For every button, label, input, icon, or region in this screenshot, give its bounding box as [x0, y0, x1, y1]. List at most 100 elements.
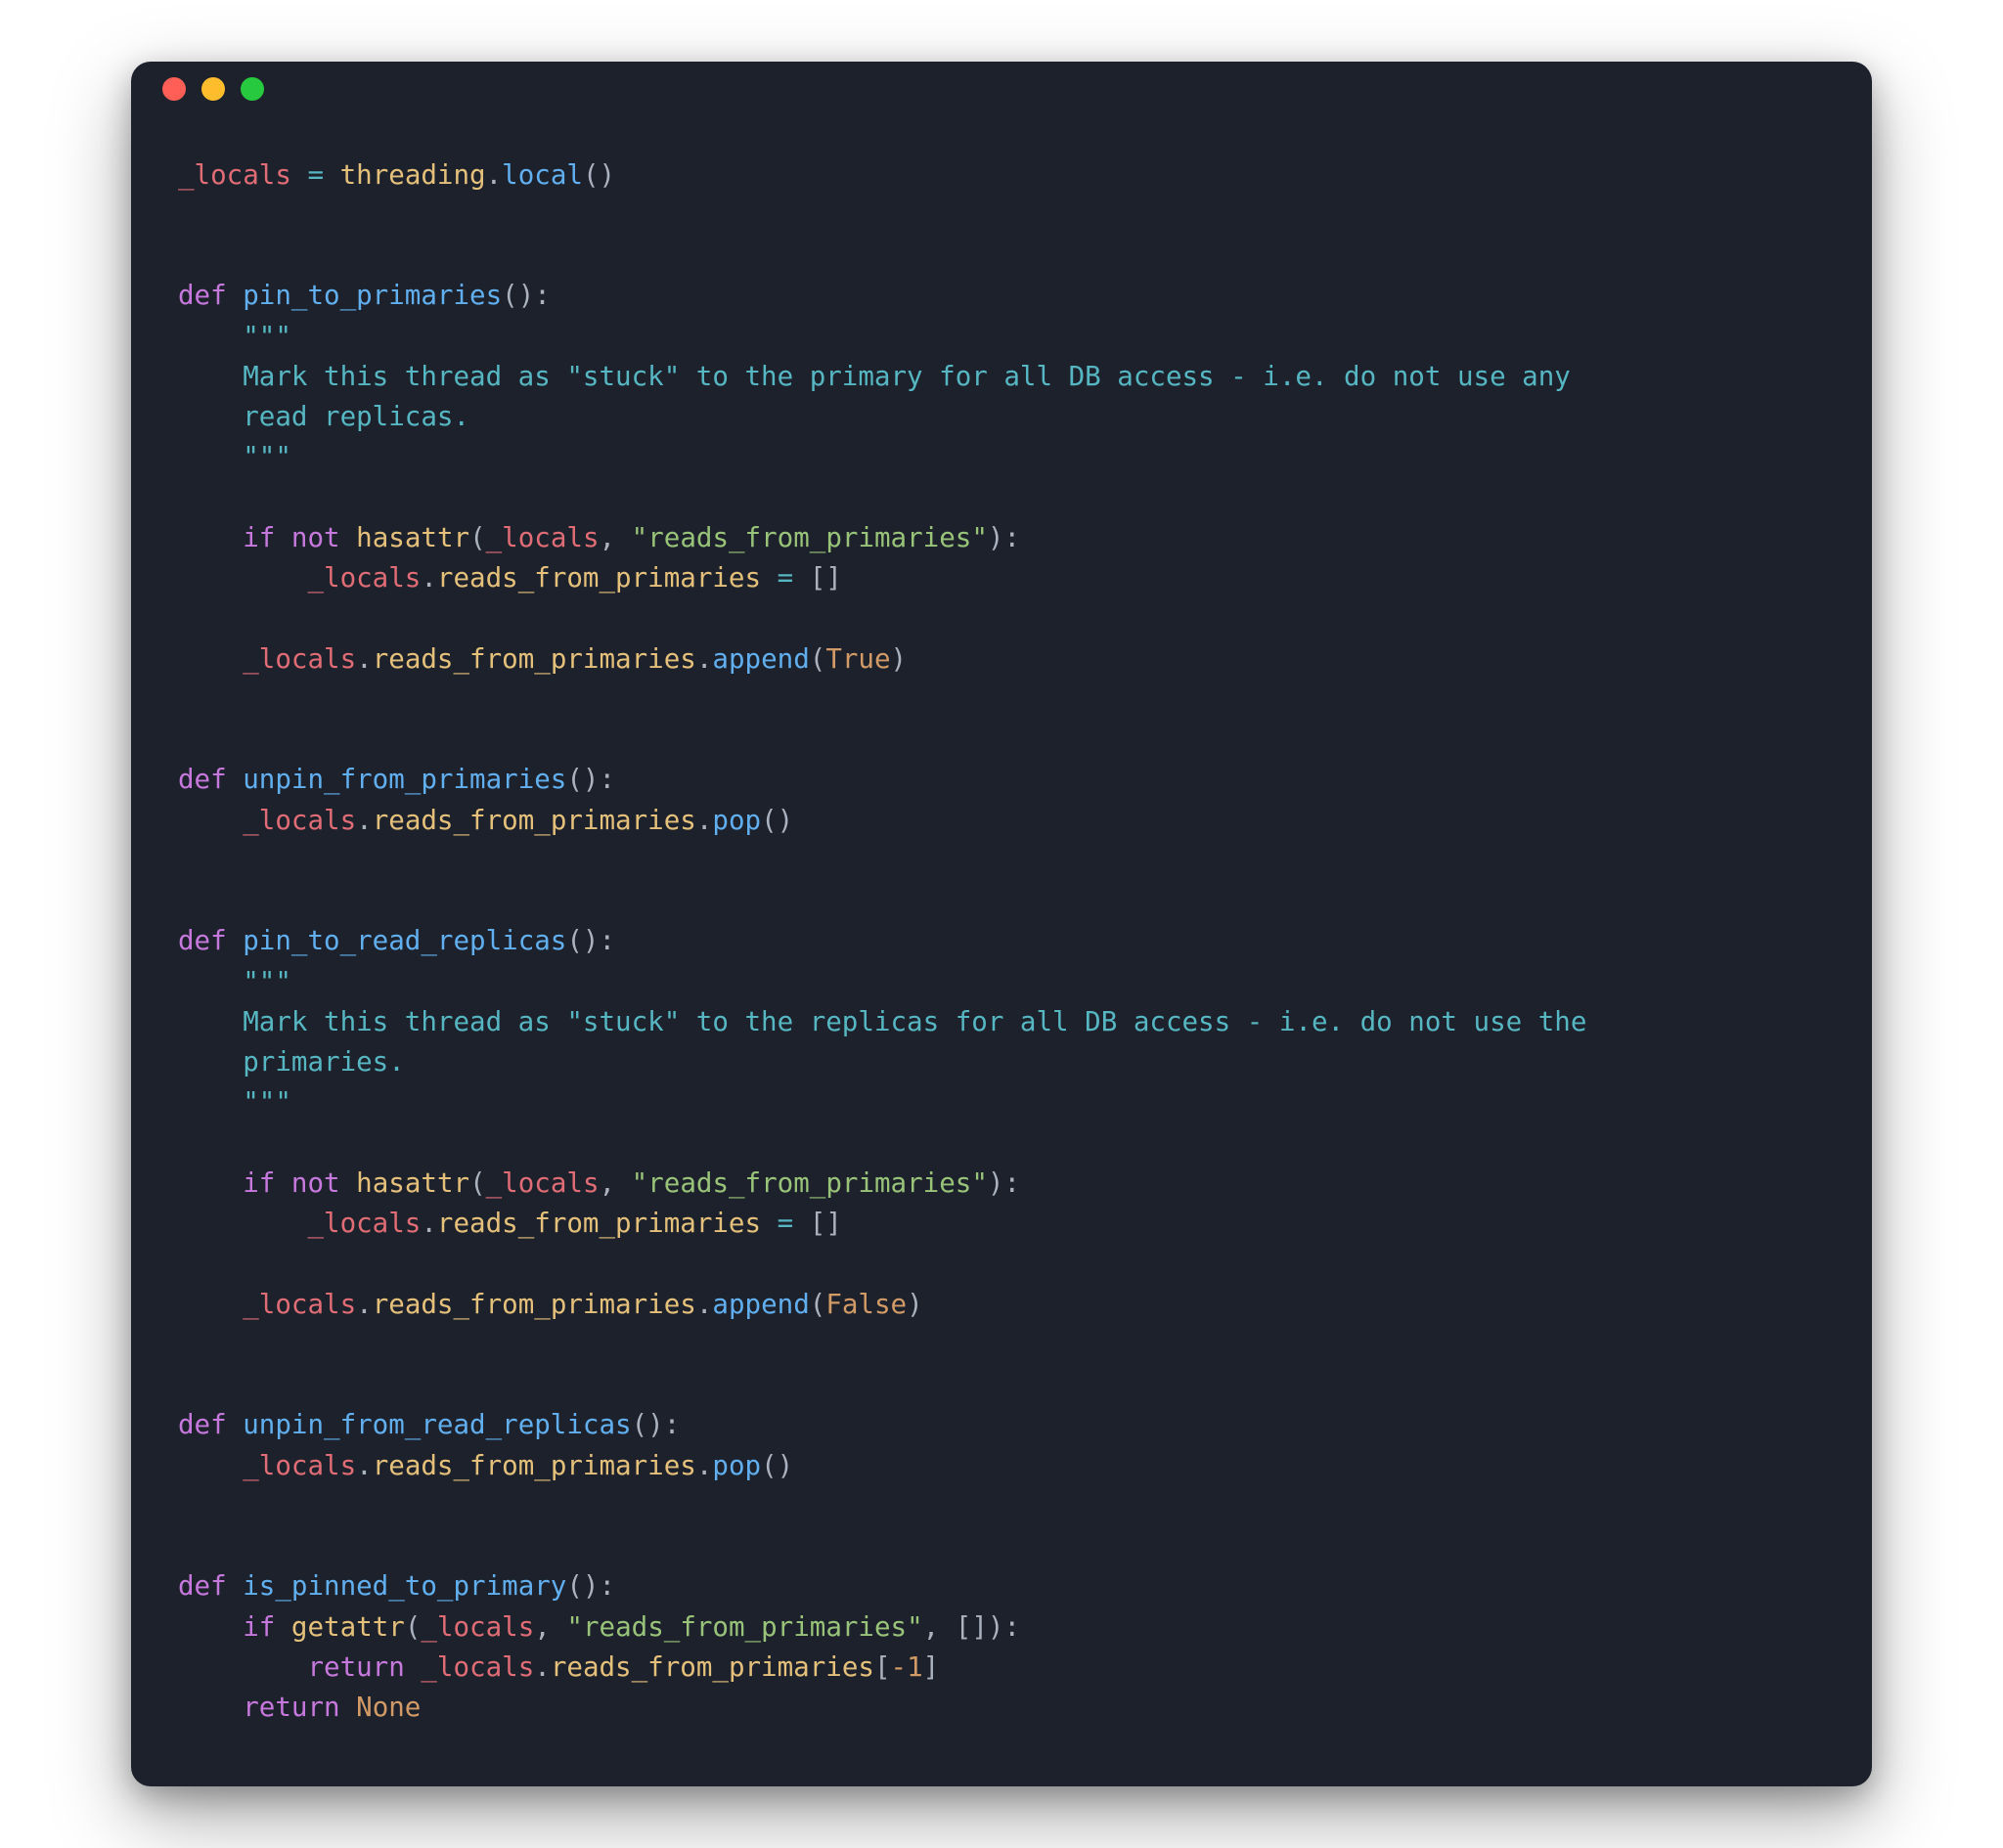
keyword-return: return [307, 1651, 404, 1683]
arg: _locals [421, 1611, 534, 1643]
minimize-icon[interactable] [201, 77, 225, 101]
dot-punc: . [356, 643, 373, 675]
operator-equals: = [307, 159, 324, 191]
keyword-not: not [291, 1167, 340, 1199]
method-call: append [712, 643, 809, 675]
obj: _locals [243, 1450, 356, 1481]
paren-close: ) [907, 1289, 923, 1320]
assign-empty [761, 562, 778, 594]
const-true: True [825, 643, 890, 675]
dot-punc: . [421, 562, 437, 594]
paren-close: ): [988, 1611, 1020, 1643]
assign-empty [761, 1208, 778, 1239]
signature: (): [502, 280, 551, 311]
dot-punc: . [696, 1289, 713, 1320]
docstring-line: """ [178, 321, 291, 352]
method-call: append [712, 1289, 809, 1320]
dot-punc: . [421, 1208, 437, 1239]
attr: reads_from_primaries [373, 1289, 696, 1320]
function-name: unpin_from_primaries [243, 764, 566, 795]
variable-name: _locals [178, 159, 291, 191]
bracket-close: ] [923, 1651, 940, 1683]
string-arg: "reads_from_primaries" [632, 1167, 988, 1199]
obj: _locals [243, 1289, 356, 1320]
const-none: None [356, 1692, 421, 1723]
docstring-line: Mark this thread as "stuck" to the prima… [178, 361, 1571, 392]
code-window: _locals = threading.local() def pin_to_p… [131, 62, 1872, 1787]
docstring-line: """ [178, 966, 291, 997]
obj: _locals [307, 1208, 421, 1239]
keyword-return: return [243, 1692, 339, 1723]
const-false: False [825, 1289, 907, 1320]
docstring-line: primaries. [178, 1046, 405, 1078]
paren-open: ( [810, 643, 826, 675]
builtin-hasattr: hasattr [356, 1167, 469, 1199]
function-name: pin_to_read_replicas [243, 925, 566, 956]
bracket-open: [ [874, 1651, 891, 1683]
docstring-line: Mark this thread as "stuck" to the repli… [178, 1006, 1586, 1037]
obj: _locals [243, 805, 356, 836]
signature: (): [566, 1570, 615, 1602]
keyword-if: if [243, 1167, 275, 1199]
function-name: unpin_from_read_replicas [243, 1409, 631, 1440]
paren-close: ) [891, 643, 908, 675]
dot-punc: . [696, 805, 713, 836]
comma: , [923, 1611, 956, 1643]
docstring-line: """ [178, 1086, 291, 1118]
dot-punc: . [356, 805, 373, 836]
method-call: pop [712, 805, 761, 836]
paren-close: ): [988, 522, 1020, 553]
arg: _locals [486, 1167, 600, 1199]
module-name: threading [340, 159, 486, 191]
string-arg: "reads_from_primaries" [566, 1611, 922, 1643]
attr: reads_from_primaries [551, 1651, 874, 1683]
attr: reads_from_primaries [437, 1208, 761, 1239]
function-name: is_pinned_to_primary [243, 1570, 566, 1602]
dot-punc: . [486, 159, 503, 191]
dot-punc: . [696, 1450, 713, 1481]
paren-open: ( [810, 1289, 826, 1320]
empty-list-arg: [] [956, 1611, 988, 1643]
builtin-getattr: getattr [291, 1611, 405, 1643]
operator-equals: = [778, 1208, 794, 1239]
docstring-line: """ [178, 441, 291, 472]
comma: , [600, 1167, 632, 1199]
obj: _locals [307, 562, 421, 594]
signature: (): [566, 925, 615, 956]
paren-open: ( [469, 1167, 486, 1199]
keyword-def: def [178, 280, 227, 311]
method-call: pop [712, 1450, 761, 1481]
attr: reads_from_primaries [373, 805, 696, 836]
arg: _locals [486, 522, 600, 553]
parens: () [761, 1450, 793, 1481]
empty-list: [] [793, 562, 842, 594]
string-arg: "reads_from_primaries" [632, 522, 988, 553]
operator-equals: = [778, 562, 794, 594]
attr: reads_from_primaries [437, 562, 761, 594]
dot-punc: . [534, 1651, 551, 1683]
obj: _locals [243, 643, 356, 675]
paren-open: ( [405, 1611, 422, 1643]
paren-close: ): [988, 1167, 1020, 1199]
signature: (): [566, 764, 615, 795]
titlebar [131, 62, 1872, 116]
empty-list: [] [793, 1208, 842, 1239]
parens: () [761, 805, 793, 836]
parens: () [583, 159, 615, 191]
builtin-hasattr: hasattr [356, 522, 469, 553]
keyword-def: def [178, 764, 227, 795]
docstring-line: read replicas. [178, 401, 469, 432]
code-content: _locals = threading.local() def pin_to_p… [131, 116, 1872, 1787]
function-name: pin_to_primaries [243, 280, 502, 311]
keyword-def: def [178, 1409, 227, 1440]
function-call: local [502, 159, 583, 191]
index-num: -1 [891, 1651, 923, 1683]
obj: _locals [421, 1651, 534, 1683]
dot-punc: . [356, 1289, 373, 1320]
signature: (): [632, 1409, 681, 1440]
close-icon[interactable] [162, 77, 186, 101]
attr: reads_from_primaries [373, 643, 696, 675]
dot-punc: . [696, 643, 713, 675]
comma: , [600, 522, 632, 553]
zoom-icon[interactable] [241, 77, 264, 101]
